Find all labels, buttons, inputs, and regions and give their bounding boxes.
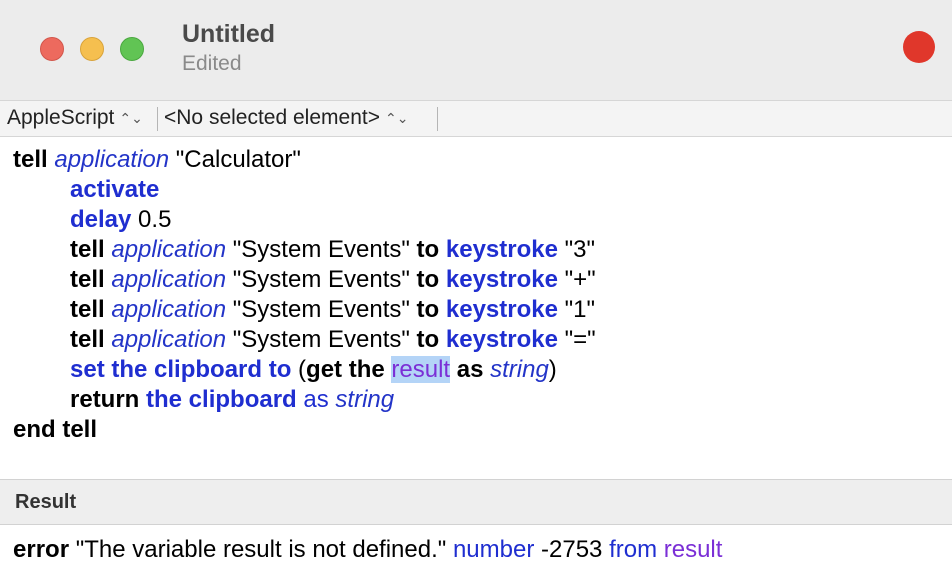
string-literal: "3" [564,236,596,263]
language-popup-label: AppleScript [7,106,115,129]
keyword-application: application [54,146,170,173]
result-pane-header: Result [0,479,952,525]
keyword-to: to [416,296,440,323]
code-line: return the clipboard as string [70,385,394,415]
command-activate: activate [70,176,160,203]
result-header-label: Result [15,491,77,513]
keyword-number: number [452,536,535,563]
command-keystroke: keystroke [445,326,558,353]
string-literal: "System Events" [232,236,410,263]
script-editor[interactable]: tell application "Calculator" activate d… [0,137,952,479]
string-literal: "1" [564,296,596,323]
command-keystroke: keystroke [445,266,558,293]
code-line: tell application "System Events" to keys… [70,235,595,265]
navbar-divider [437,107,438,131]
class-string: string [490,356,549,383]
close-paren: ) [548,356,557,383]
element-popup-label: <No selected element> [164,106,380,129]
error-number: -2753 [541,536,603,563]
result-pane: error "The variable result is not define… [0,525,952,582]
keyword-tell: tell [70,326,105,353]
keyword-application: application [111,296,227,323]
keyword-tell: tell [70,236,105,263]
keyword-get-the: get the [306,356,385,383]
keyword-as: as [456,356,484,383]
string-literal: "Calculator" [175,146,301,173]
keyword-to: to [416,266,440,293]
error-source-variable: result [663,536,723,563]
keyword-application: application [111,326,227,353]
navbar-divider [157,107,158,131]
window-title: Untitled [182,20,276,48]
string-literal: "+" [564,266,596,293]
class-string: string [335,386,395,413]
command-delay: delay [70,206,132,233]
keyword-from: from [609,536,658,563]
string-literal: "System Events" [232,296,410,323]
result-text: error "The variable result is not define… [13,535,722,565]
code-line: activate [70,175,159,205]
open-paren: ( [291,356,307,383]
code-line: end tell [13,415,97,445]
record-button[interactable] [903,31,935,63]
keyword-tell: tell [70,266,105,293]
keyword-to: to [416,236,440,263]
language-popup[interactable]: AppleScript ⌃⌄ [7,106,143,130]
navigation-bar: AppleScript ⌃⌄ <No selected element> ⌃⌄ [0,100,952,137]
code-line: tell application "System Events" to keys… [70,265,596,295]
element-popup[interactable]: <No selected element> ⌃⌄ [164,106,408,130]
code-line: tell application "System Events" to keys… [70,325,596,355]
window-titlebar: Untitled Edited [0,0,952,100]
string-literal: "System Events" [232,266,410,293]
string-literal: "=" [564,326,596,353]
keyword-tell: tell [70,296,105,323]
keyword-application: application [111,236,227,263]
keyword-return: return [70,386,140,413]
command-set-clipboard: set the clipboard to [70,356,292,383]
keyword-error: error [13,536,70,563]
window-subtitle: Edited [182,52,242,75]
minimize-window-button[interactable] [80,37,104,61]
code-line: delay 0.5 [70,205,171,235]
keyword-application: application [111,266,227,293]
error-message: "The variable result is not defined." [75,536,447,563]
command-keystroke: keystroke [445,236,558,263]
number-literal: 0.5 [138,206,172,233]
string-literal: "System Events" [232,326,410,353]
parameter-as: as [303,386,329,413]
code-line: tell application "System Events" to keys… [70,295,595,325]
code-line: set the clipboard to (get the result as … [70,355,557,385]
selected-variable-result: result [391,356,451,383]
code-line: tell application "Calculator" [13,145,301,175]
keyword-tell: tell [13,146,48,173]
zoom-window-button[interactable] [120,37,144,61]
command-keystroke: keystroke [445,296,558,323]
chevron-updown-icon: ⌃⌄ [119,109,143,126]
chevron-updown-icon: ⌃⌄ [384,109,409,126]
keyword-end-tell: end tell [13,416,98,443]
keyword-to: to [416,326,440,353]
command-the-clipboard: the clipboard [146,386,297,413]
close-window-button[interactable] [40,37,64,61]
